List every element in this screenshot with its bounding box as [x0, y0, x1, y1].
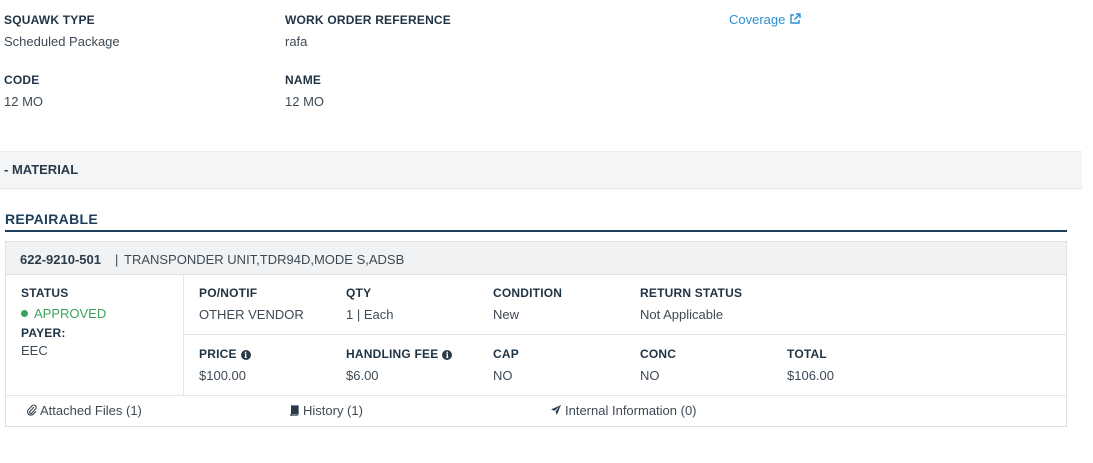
- condition-label: CONDITION: [493, 286, 563, 300]
- squawk-type-value: Scheduled Package: [4, 34, 120, 49]
- qty-value: 1 | Each: [346, 307, 394, 322]
- part-separator: |: [115, 252, 119, 267]
- status-dot-icon: [21, 310, 28, 317]
- payer-label: PAYER:: [21, 326, 66, 340]
- part-number[interactable]: 622-9210-501: [20, 252, 101, 267]
- external-link-icon: [790, 13, 801, 24]
- card-row-divider: [184, 334, 1066, 335]
- card-column-divider: [183, 275, 184, 395]
- conc-value: NO: [640, 368, 660, 383]
- total-value: $106.00: [787, 368, 834, 383]
- history-link[interactable]: History (1): [289, 403, 363, 418]
- handling-fee-label-group: HANDLING FEE i: [346, 347, 453, 361]
- price-value: $100.00: [199, 368, 246, 383]
- name-value: 12 MO: [285, 94, 325, 109]
- internal-information-label[interactable]: Internal Information (0): [565, 403, 697, 418]
- po-notif-label: PO/NOTIF: [199, 286, 258, 300]
- attached-files-label[interactable]: Attached Files (1): [40, 403, 142, 418]
- handling-fee-info-icon[interactable]: i: [442, 350, 453, 360]
- coverage-link[interactable]: Coverage: [729, 12, 801, 27]
- material-section-header[interactable]: - MATERIAL: [0, 151, 1082, 189]
- payer-value: EEC: [21, 343, 48, 358]
- attached-files-link[interactable]: Attached Files (1): [27, 403, 142, 418]
- status-value: APPROVED: [34, 306, 107, 321]
- part-description: TRANSPONDER UNIT,TDR94D,MODE S,ADSB: [124, 252, 405, 267]
- handling-fee-label: HANDLING FEE: [346, 347, 439, 361]
- internal-information-link[interactable]: Internal Information (0): [550, 403, 697, 418]
- price-label-group: PRICE i: [199, 347, 251, 361]
- work-order-reference-label: WORK ORDER REFERENCE: [285, 13, 452, 27]
- name-label: NAME: [285, 73, 322, 87]
- handling-fee-value: $6.00: [346, 368, 379, 383]
- card-footer-divider: [6, 395, 1066, 396]
- work-order-reference-value: rafa: [285, 34, 308, 49]
- code-value: 12 MO: [4, 94, 44, 109]
- price-info-icon[interactable]: i: [240, 350, 251, 360]
- qty-label: QTY: [346, 286, 372, 300]
- po-notif-value: OTHER VENDOR: [199, 307, 304, 322]
- return-status-label: RETURN STATUS: [640, 286, 743, 300]
- plane-icon: [551, 405, 561, 415]
- cap-value: NO: [493, 368, 513, 383]
- squawk-type-label: SQUAWK TYPE: [4, 13, 95, 27]
- status-label: STATUS: [21, 286, 69, 300]
- repairable-card-header: 622-9210-501 | TRANSPONDER UNIT,TDR94D,M…: [6, 242, 1066, 275]
- coverage-link-label[interactable]: Coverage: [729, 12, 785, 27]
- material-section-title[interactable]: - MATERIAL: [4, 162, 78, 177]
- repairable-title: REPAIRABLE: [5, 211, 98, 227]
- code-label: CODE: [4, 73, 40, 87]
- total-label: TOTAL: [787, 347, 827, 361]
- repairable-divider: [5, 230, 1067, 232]
- book-icon: [290, 405, 299, 417]
- status-badge: APPROVED: [21, 306, 106, 321]
- condition-value: New: [493, 307, 520, 322]
- history-label[interactable]: History (1): [303, 403, 363, 418]
- conc-label: CONC: [640, 347, 677, 361]
- price-label: PRICE: [199, 347, 237, 361]
- cap-label: CAP: [493, 347, 519, 361]
- paperclip-icon: [27, 404, 37, 416]
- return-status-value: Not Applicable: [640, 307, 724, 322]
